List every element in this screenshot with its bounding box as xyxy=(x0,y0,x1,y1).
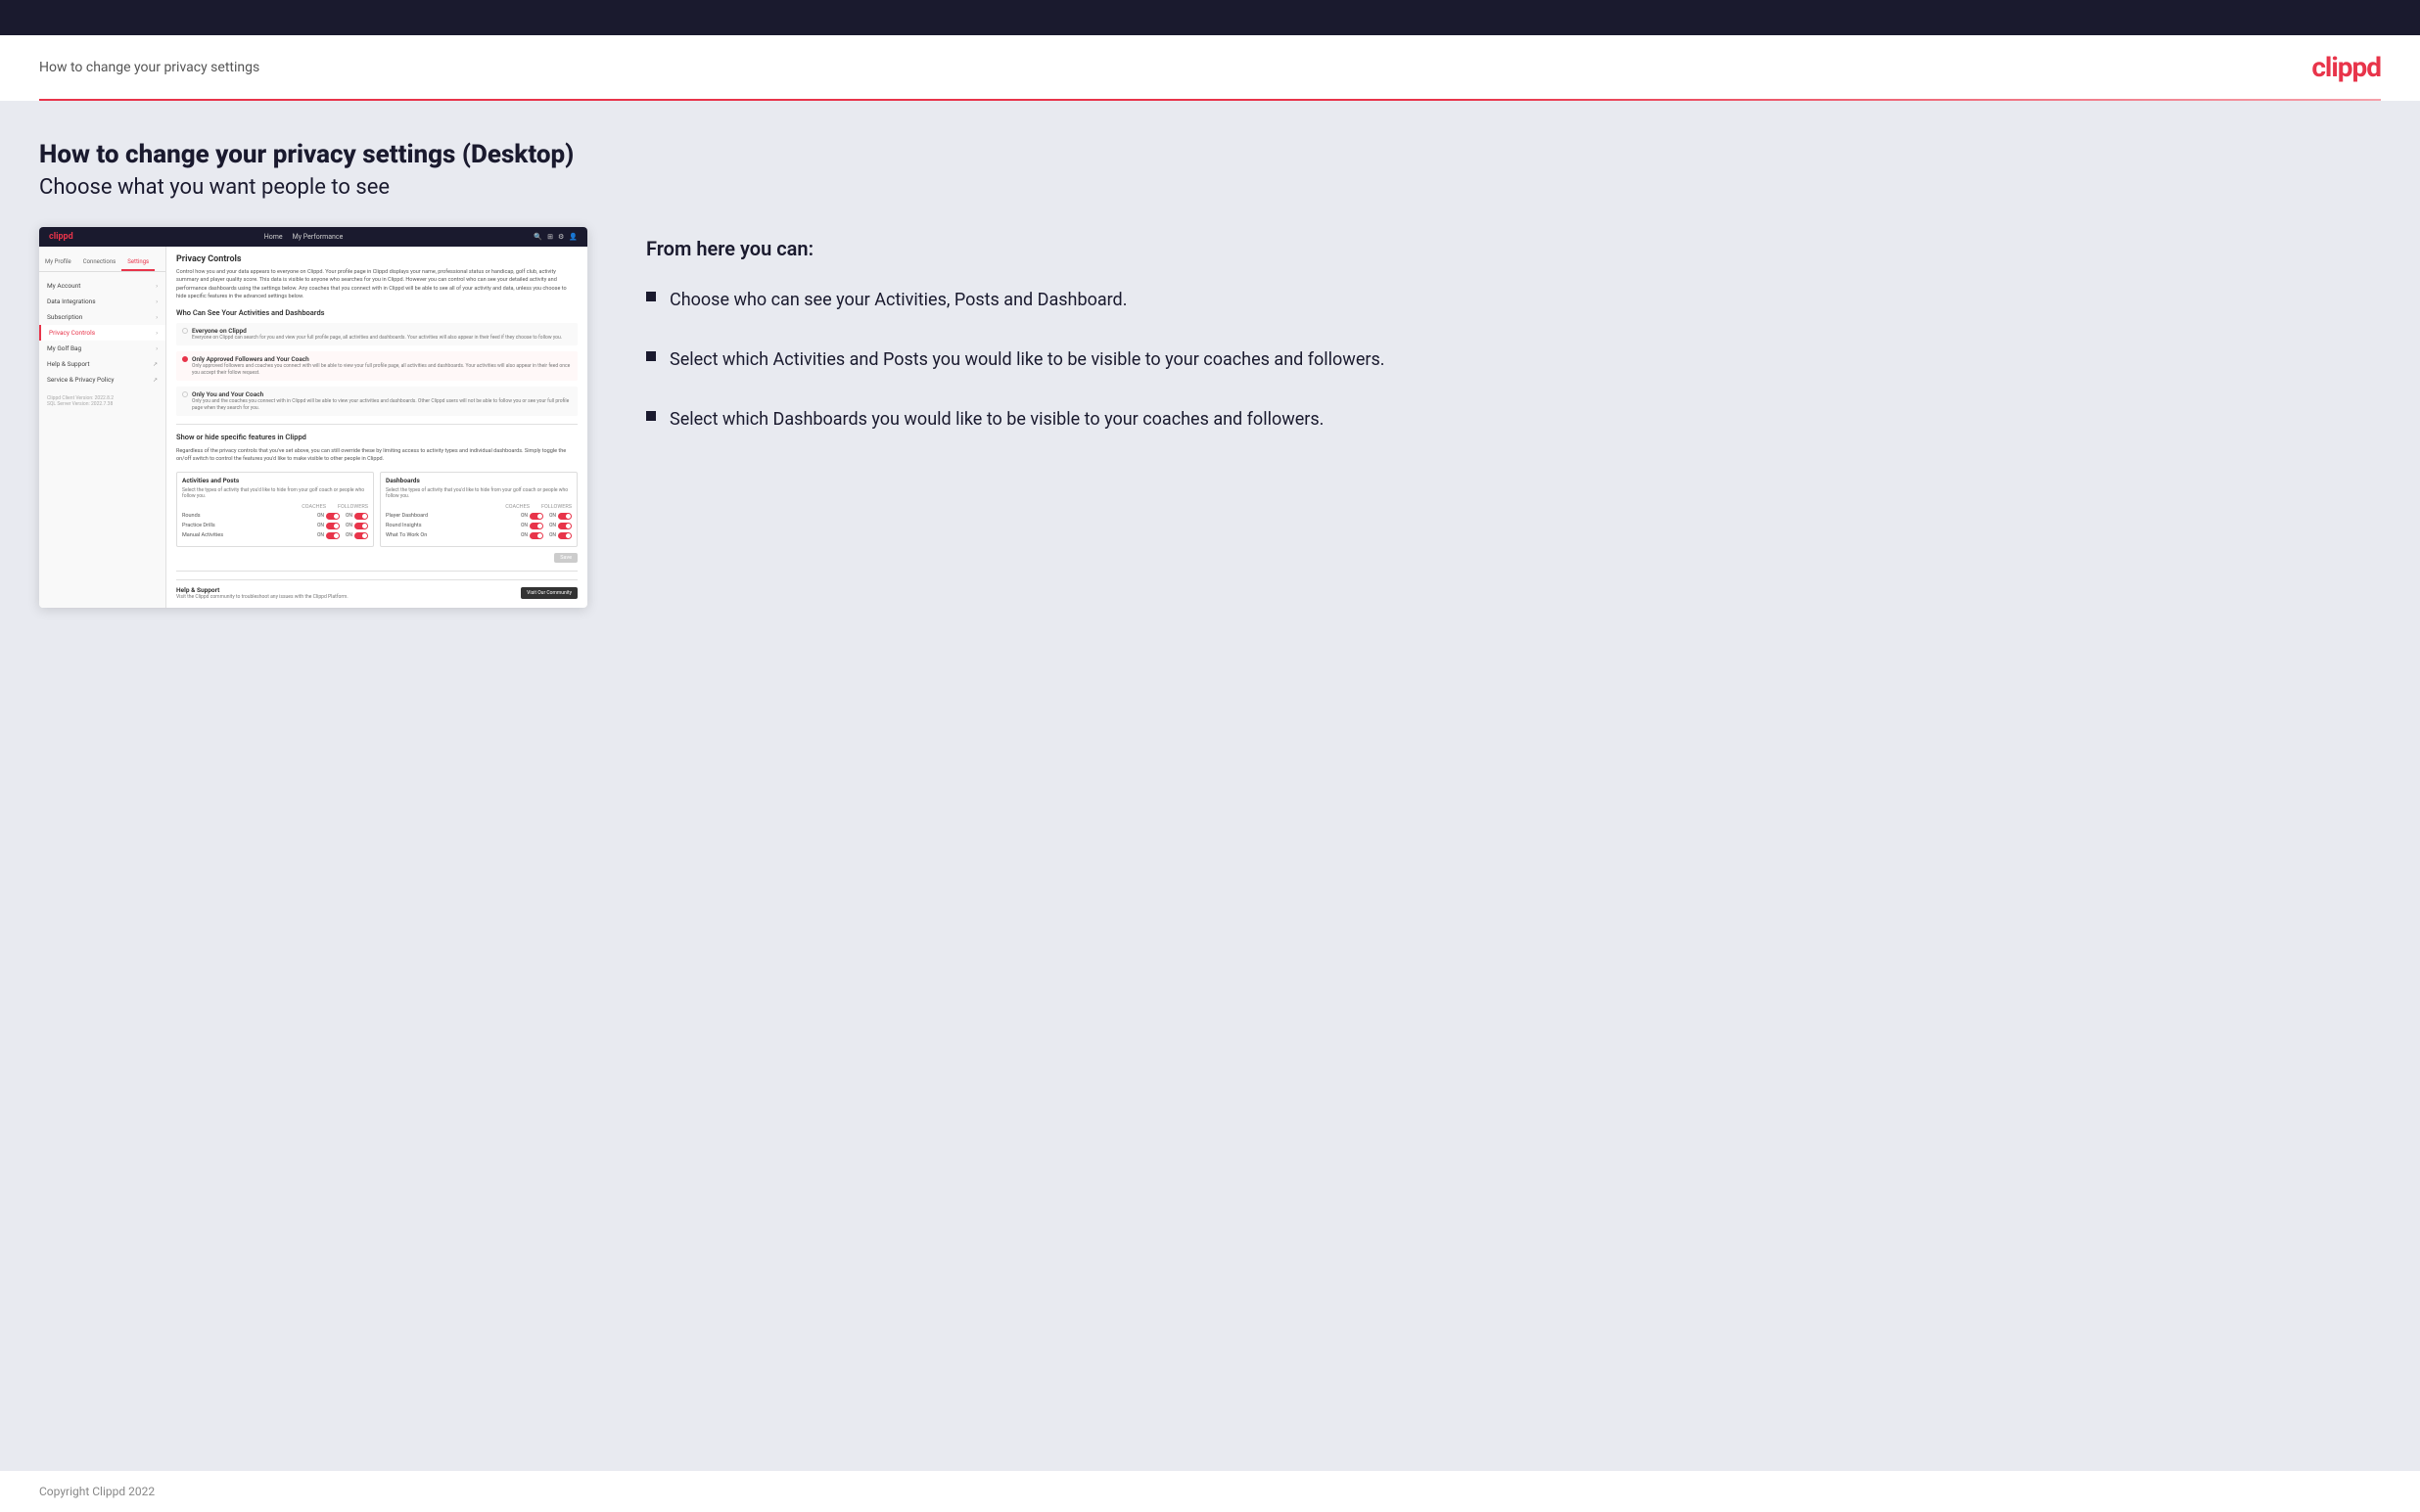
mockup-sidebar-tabs: My Profile Connections Settings xyxy=(39,254,165,272)
mockup-sidebar-item-help: Help & Support ↗ xyxy=(39,356,165,372)
mockup-icons: 🔍 ⊞ ⚙ 👤 xyxy=(534,233,578,241)
mockup-visit-button: Visit Our Community xyxy=(521,587,578,599)
chevron-icon: › xyxy=(156,345,158,352)
mockup-help-section: Help & Support Visit the Clippd communit… xyxy=(176,579,578,600)
mockup-radio-onlyyou: Only You and Your Coach Only you and the… xyxy=(176,387,578,416)
search-icon: 🔍 xyxy=(534,233,542,241)
toggle-drills-followers xyxy=(354,523,368,529)
mockup-save-row: Save xyxy=(176,553,578,563)
mockup-who-can-see-title: Who Can See Your Activities and Dashboar… xyxy=(176,308,578,317)
mockup-nav-home: Home xyxy=(264,233,283,241)
mockup-privacy-title: Privacy Controls xyxy=(176,254,578,264)
main-content: How to change your privacy settings (Des… xyxy=(0,101,2420,1471)
content-row: clippd Home My Performance 🔍 ⊞ ⚙ 👤 My Pr… xyxy=(39,227,2381,608)
bullet-text-2: Select which Activities and Posts you wo… xyxy=(670,347,1385,372)
top-bar xyxy=(0,0,2420,35)
mockup-screenshot: clippd Home My Performance 🔍 ⊞ ⚙ 👤 My Pr… xyxy=(39,227,587,608)
info-bullet-1: Choose who can see your Activities, Post… xyxy=(646,288,2381,312)
chevron-icon: › xyxy=(156,283,158,290)
mockup-tab-settings: Settings xyxy=(121,254,155,271)
mockup-dashboards-box: Dashboards Select the types of activity … xyxy=(380,472,578,547)
mockup-sidebar-item-golfbag: My Golf Bag › xyxy=(39,341,165,356)
toggle-drills-coaches xyxy=(326,523,340,529)
bullet-icon-2 xyxy=(646,351,656,361)
toggle-roundinsights-followers xyxy=(558,523,572,529)
toggle-manual-followers xyxy=(354,532,368,539)
mockup-tab-profile: My Profile xyxy=(39,254,77,271)
mockup-sidebar-item-subscription: Subscription › xyxy=(39,309,165,325)
mockup-divider xyxy=(176,424,578,425)
mockup-toggle-rounds: Rounds ON ON xyxy=(182,513,368,520)
mockup-activities-box: Activities and Posts Select the types of… xyxy=(176,472,374,547)
mockup-topbar: clippd Home My Performance 🔍 ⊞ ⚙ 👤 xyxy=(39,227,587,247)
mockup-help-desc: Visit the Clippd community to troublesho… xyxy=(176,594,349,600)
mockup-toggle-player-dashboard: Player Dashboard ON ON xyxy=(386,513,572,520)
mockup-show-hide-title: Show or hide specific features in Clippd xyxy=(176,433,578,441)
mockup-toggle-drills: Practice Drills ON ON xyxy=(182,523,368,529)
toggle-roundinsights-coaches xyxy=(530,523,543,529)
bullet-text-1: Choose who can see your Activities, Post… xyxy=(670,288,1127,312)
toggle-playerdash-followers xyxy=(558,513,572,520)
mockup-radio-everyone: Everyone on Clippd Everyone on Clippd ca… xyxy=(176,323,578,345)
mockup-radio-group: Everyone on Clippd Everyone on Clippd ca… xyxy=(176,323,578,416)
mockup-toggle-round-insights: Round Insights ON ON xyxy=(386,523,572,529)
settings-icon: ⚙ xyxy=(558,233,564,241)
mockup-help-divider xyxy=(176,571,578,572)
mockup-tab-connections: Connections xyxy=(77,254,122,271)
mockup-nav: Home My Performance xyxy=(264,233,344,241)
mockup-radio-dot-approved xyxy=(182,356,188,362)
mockup-radio-approved: Only Approved Followers and Your Coach O… xyxy=(176,351,578,381)
toggle-rounds-followers xyxy=(354,513,368,520)
mockup-logo: clippd xyxy=(49,232,73,242)
mockup-sidebar-item-privacy: Privacy Controls › xyxy=(39,325,165,341)
mockup-activities-header: COACHES FOLLOWERS xyxy=(182,504,368,510)
mockup-sidebar-item-data: Data Integrations › xyxy=(39,294,165,309)
mockup-save-button: Save xyxy=(554,553,578,563)
chevron-icon: ↗ xyxy=(153,361,158,368)
footer: Copyright Clippd 2022 xyxy=(0,1471,2420,1512)
mockup-toggles-row: Activities and Posts Select the types of… xyxy=(176,472,578,547)
mockup-toggle-manual: Manual Activities ON ON xyxy=(182,532,368,539)
copyright: Copyright Clippd 2022 xyxy=(39,1485,155,1498)
mockup-toggle-what-to-work: What To Work On ON ON xyxy=(386,532,572,539)
mockup-version: Clippd Client Version: 2022.8.2SQL Serve… xyxy=(39,388,165,411)
bullet-icon-1 xyxy=(646,292,656,301)
page-subheading: Choose what you want people to see xyxy=(39,175,2381,200)
mockup-body: My Profile Connections Settings My Accou… xyxy=(39,247,587,608)
page-heading: How to change your privacy settings (Des… xyxy=(39,140,2381,169)
info-bullet-2: Select which Activities and Posts you wo… xyxy=(646,347,2381,372)
mockup-help-title: Help & Support xyxy=(176,586,349,594)
toggle-playerdash-coaches xyxy=(530,513,543,520)
chevron-icon: ↗ xyxy=(153,377,158,384)
bullet-icon-3 xyxy=(646,411,656,421)
from-here-label: From here you can: xyxy=(646,237,2381,260)
header: How to change your privacy settings clip… xyxy=(0,35,2420,99)
toggle-whattowok-followers xyxy=(558,532,572,539)
mockup-sidebar: My Profile Connections Settings My Accou… xyxy=(39,247,166,608)
toggle-manual-coaches xyxy=(326,532,340,539)
info-panel: From here you can: Choose who can see yo… xyxy=(627,227,2381,468)
mockup-main-content: Privacy Controls Control how you and you… xyxy=(166,247,587,608)
chevron-icon: › xyxy=(156,298,158,305)
chevron-icon: › xyxy=(156,314,158,321)
mockup-radio-dot-everyone xyxy=(182,328,188,334)
mockup-dashboards-header: COACHES FOLLOWERS xyxy=(386,504,572,510)
avatar: 👤 xyxy=(569,233,578,241)
mockup-privacy-desc: Control how you and your data appears to… xyxy=(176,268,578,300)
toggle-whattowok-coaches xyxy=(530,532,543,539)
bullet-text-3: Select which Dashboards you would like t… xyxy=(670,407,1324,432)
mockup-sidebar-item-service: Service & Privacy Policy ↗ xyxy=(39,372,165,388)
chevron-icon: › xyxy=(156,330,158,337)
grid-icon: ⊞ xyxy=(547,233,553,241)
mockup-sidebar-item-account: My Account › xyxy=(39,278,165,294)
mockup-radio-dot-onlyyou xyxy=(182,391,188,397)
mockup-show-hide-desc: Regardless of the privacy controls that … xyxy=(176,447,578,464)
page-title: How to change your privacy settings xyxy=(39,60,259,75)
mockup-nav-performance: My Performance xyxy=(293,233,344,241)
info-bullet-3: Select which Dashboards you would like t… xyxy=(646,407,2381,432)
toggle-rounds-coaches xyxy=(326,513,340,520)
logo: clippd xyxy=(2311,51,2381,83)
